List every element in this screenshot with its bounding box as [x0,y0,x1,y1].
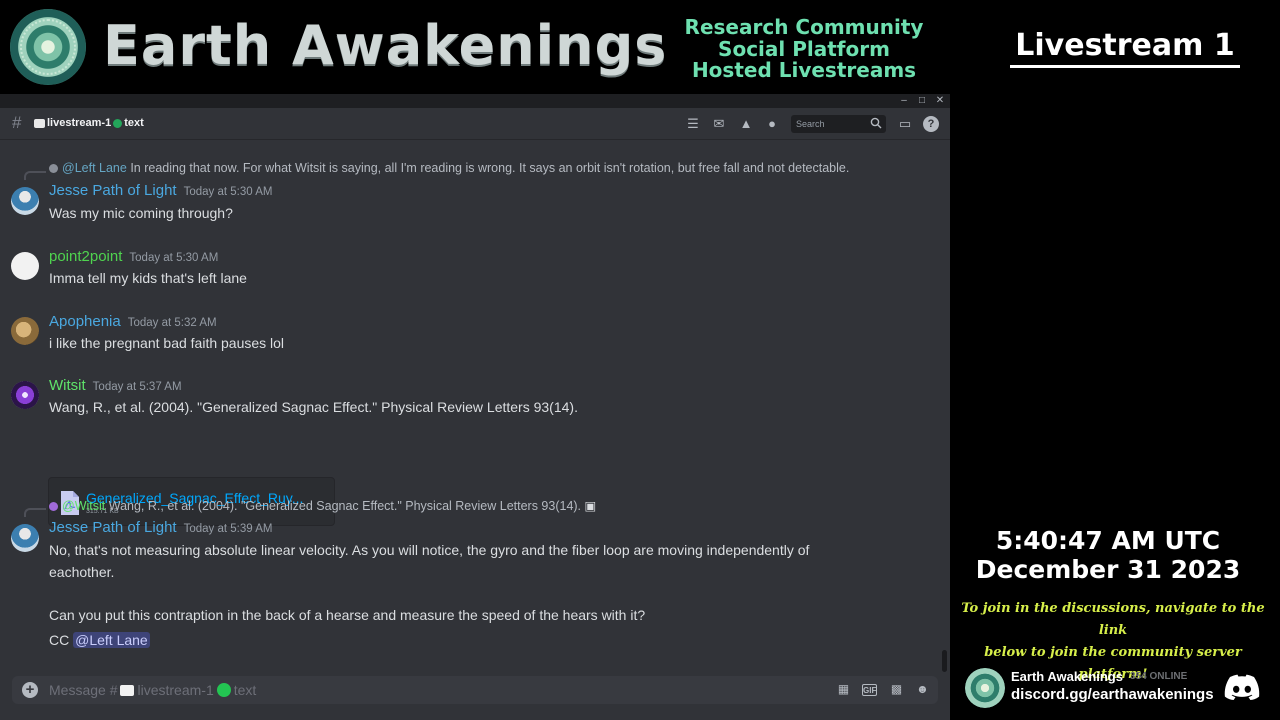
invite-url[interactable]: discord.gg/earthawakenings [1011,686,1214,703]
message-list: @Left Lane In reading that now. For what… [0,141,938,671]
channel-header: # livestream-1 text ☰ ✉ ▲ ● Search ▭ ? [0,108,950,140]
message-author[interactable]: Jesse Path of Light Today at 5:39 AM [49,519,272,536]
message-composer[interactable]: + Message # livestream-1 text ▦ GIF ▩ ☻ [12,676,938,704]
search-placeholder: Search [796,119,825,129]
pin-icon[interactable]: ▲ [737,116,755,132]
message-author[interactable]: Jesse Path of Light Today at 5:30 AM [49,182,272,199]
help-icon[interactable]: ? [923,116,939,132]
message-text-line-1: No, that's not measuring absolute linear… [49,542,810,558]
hash-icon: # [12,113,22,132]
user-mention[interactable]: @Left Lane [73,632,150,648]
reply-text: In reading that now. For what Witsit is … [130,161,850,175]
reply-preview[interactable]: @Witsit Wang, R., et al. (2004). "Genera… [49,498,596,513]
reply-avatar-icon [49,502,58,511]
reply-avatar-icon [49,164,58,173]
author-name[interactable]: Jesse Path of Light [49,182,177,199]
cc-prefix: CC [49,632,70,648]
green-circle-icon [216,683,231,697]
message-text: i like the pregnant bad faith pauses lol [49,335,285,351]
clock-date: December 31 2023 [975,555,1241,584]
image-icon: ▣ [584,499,597,513]
message-text: Wang, R., et al. (2004). "Generalized Sa… [49,399,578,415]
discord-logo-icon [1224,674,1260,700]
search-icon [870,117,882,129]
clock-time: 5:40:47 AM UTC [995,526,1221,555]
tagline-2: Social Platform [718,36,890,61]
gift-icon[interactable]: ▦ [836,682,851,697]
message-text: Was my mic coming through? [49,205,233,221]
reply-connector [24,171,46,180]
emoji-icon[interactable]: ☻ [915,682,930,697]
avatar[interactable] [11,187,39,215]
tagline-3: Hosted Livestreams [691,58,917,82]
minimize-icon[interactable]: – [896,94,912,108]
avatar[interactable] [11,252,39,280]
channel-name: livestream-1 text [34,117,144,129]
close-icon[interactable]: ✕ [932,94,948,108]
avatar[interactable] [11,317,39,345]
message-timestamp: Today at 5:32 AM [127,317,217,329]
tagline-1: Research Community [684,15,924,39]
discord-window: – □ ✕ # livestream-1 text ☰ ✉ ▲ ● Search [0,94,950,720]
message-timestamp: Today at 5:30 AM [183,186,273,198]
member-list-icon[interactable]: ● [763,116,781,132]
reply-author: @Witsit [62,499,106,513]
message-timestamp: Today at 5:37 AM [92,381,182,393]
gif-icon[interactable]: GIF [862,684,877,696]
sticker-icon[interactable]: ▩ [889,682,904,697]
message-text-line-2: eachother. [49,564,115,580]
message-author[interactable]: Apophenia Today at 5:32 AM [49,313,217,330]
join-line-1: To join in the discussions, navigate to … [961,601,1265,638]
reply-author: @Left Lane [62,161,127,175]
banner: Earth Awakenings Research Community Soci… [0,0,950,94]
invite-online-count: 354 ONLINE [1130,671,1188,682]
stream-overlay: Earth Awakenings Research Community Soci… [0,0,1280,720]
message-cc-line: CC @Left Lane [49,632,150,648]
plus-icon[interactable]: + [22,682,38,698]
livestream-title: Livestream 1 [1010,28,1240,68]
discord-invite[interactable]: Earth Awakenings 354 ONLINE discord.gg/e… [962,664,1280,714]
green-circle-icon [113,118,123,128]
search-input[interactable]: Search [791,115,886,133]
avatar[interactable] [11,381,39,409]
reply-connector [24,508,46,517]
maximize-icon[interactable]: □ [914,94,930,108]
notification-muted-icon[interactable]: ✉ [710,116,728,132]
message-text: Imma tell my kids that's left lane [49,270,247,286]
server-logo-icon [965,668,1005,708]
channel-name-text: livestream-1 [47,117,112,129]
taglines: Research Community Social Platform Hoste… [664,15,944,82]
inbox-icon[interactable]: ▭ [896,116,914,132]
composer-prefix: Message # [49,682,118,698]
composer-placeholder: Message # livestream-1 text [49,682,256,698]
message-author[interactable]: point2point Today at 5:30 AM [49,248,218,265]
author-name[interactable]: Witsit [49,377,86,394]
composer-suffix: text [233,682,257,698]
scrollbar-thumb[interactable] [942,650,947,672]
invite-server-name: Earth Awakenings [1011,669,1123,684]
brand-title: Earth Awakenings [103,14,668,77]
speech-bubble-icon [34,118,45,128]
avatar[interactable] [11,524,39,552]
author-name[interactable]: point2point [49,248,122,265]
message-text-line-3: Can you put this contraption in the back… [49,607,646,623]
reply-text: Wang, R., et al. (2004). "Generalized Sa… [108,499,582,513]
speech-bubble-icon [120,684,135,696]
reply-preview[interactable]: @Left Lane In reading that now. For what… [49,161,849,175]
threads-icon[interactable]: ☰ [684,116,702,132]
earth-awakenings-logo-icon [10,9,86,85]
window-titlebar: – □ ✕ [0,94,950,108]
author-name[interactable]: Jesse Path of Light [49,519,177,536]
channel-suffix-text: text [124,117,144,129]
author-name[interactable]: Apophenia [49,313,121,330]
message-timestamp: Today at 5:39 AM [183,523,273,535]
composer-channel: livestream-1 [137,682,214,698]
message-timestamp: Today at 5:30 AM [129,252,219,264]
message-author[interactable]: Witsit Today at 5:37 AM [49,377,182,394]
